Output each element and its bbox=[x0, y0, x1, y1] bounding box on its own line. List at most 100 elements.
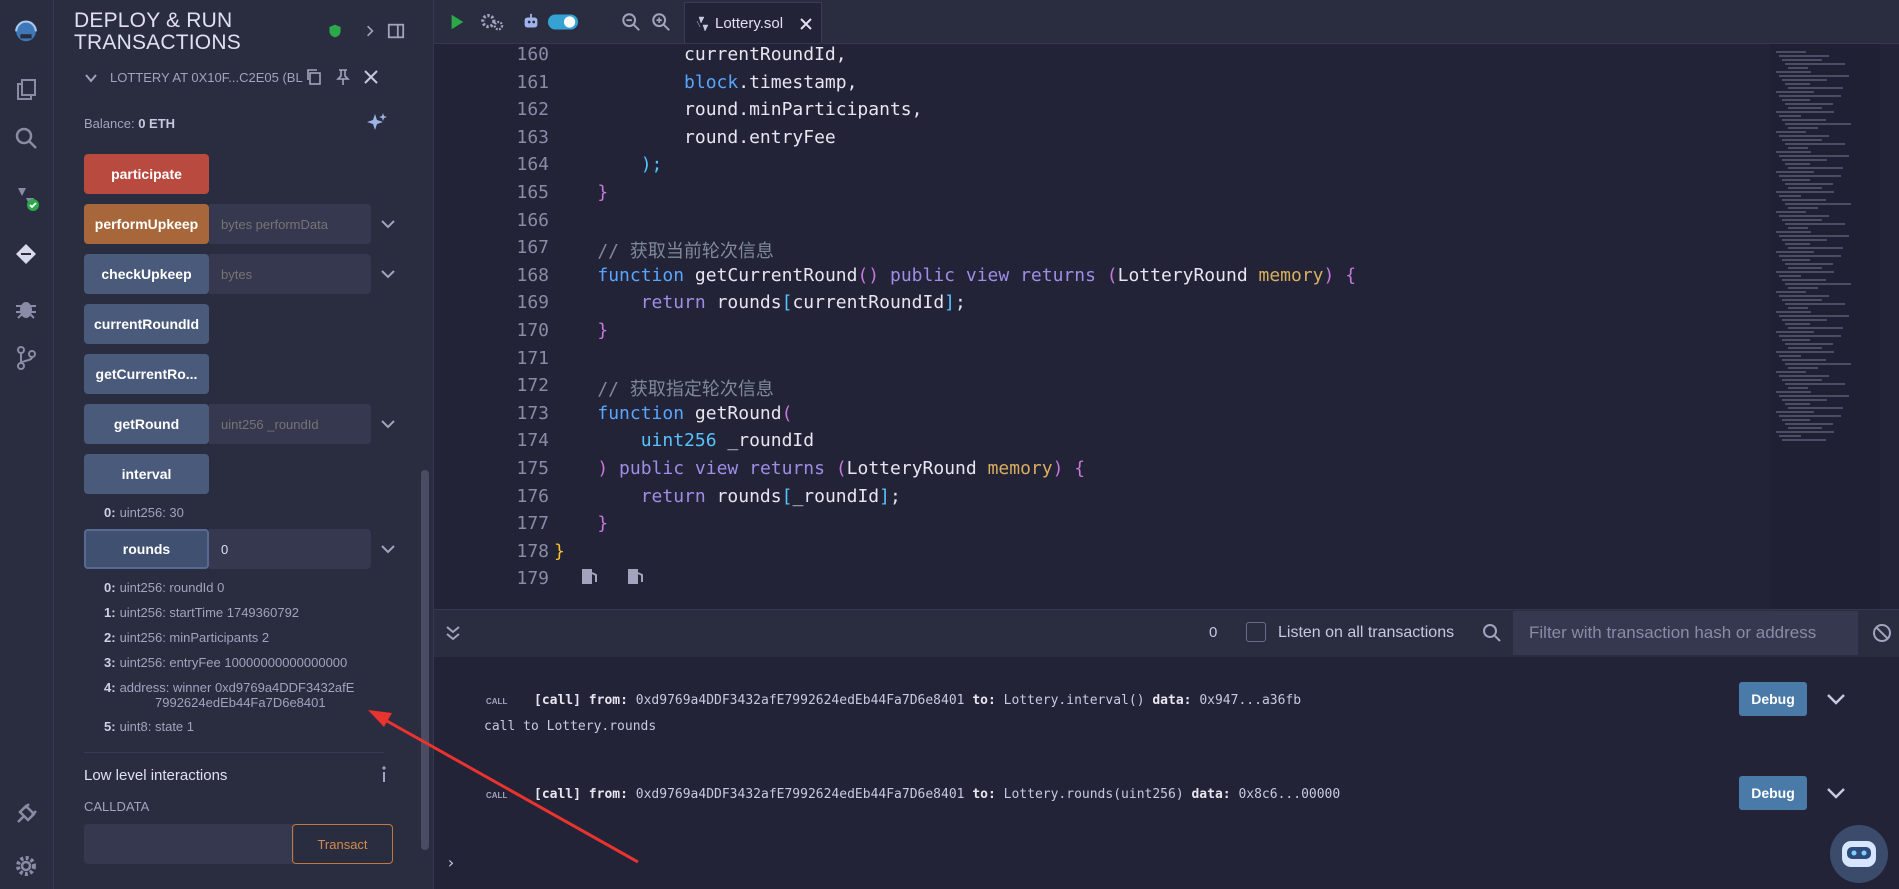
search-icon[interactable] bbox=[1482, 623, 1502, 643]
run-icon[interactable] bbox=[444, 9, 470, 35]
code-line[interactable]: return rounds[currentRoundId]; bbox=[554, 292, 966, 313]
getRound-input[interactable] bbox=[209, 404, 371, 444]
fn-row-participate: participate bbox=[84, 154, 399, 194]
code-line[interactable]: function getCurrentRound() public view r… bbox=[554, 265, 1356, 286]
tx-to: Lottery.rounds(uint256) bbox=[1003, 787, 1184, 802]
search-icon[interactable] bbox=[8, 120, 44, 156]
deploy-run-icon[interactable] bbox=[8, 236, 44, 272]
code-line[interactable]: // 获取指定轮次信息 bbox=[554, 375, 774, 401]
info-icon[interactable] bbox=[379, 765, 389, 783]
terminal-toolbar: 0 Listen on all transactions bbox=[434, 609, 1899, 657]
tx-data: 0x8c6...00000 bbox=[1238, 787, 1341, 802]
checkUpkeep-input[interactable] bbox=[209, 254, 371, 294]
solidity-compiler-icon[interactable] bbox=[8, 180, 44, 216]
tx-log-rounds[interactable]: [call] from: 0xd9769a4DDF3432afE7992624e… bbox=[534, 787, 1340, 802]
tx-log-interval[interactable]: [call] from: 0xd9769a4DDF3432afE7992624e… bbox=[534, 693, 1301, 708]
chevron-down-icon[interactable] bbox=[84, 71, 98, 85]
code-line[interactable]: } bbox=[554, 513, 608, 534]
code-line[interactable]: round.entryFee bbox=[554, 127, 836, 148]
file-explorer-icon[interactable] bbox=[8, 72, 44, 108]
code-token: // 获取指定轮次信息 bbox=[554, 379, 774, 401]
chevron-right-icon[interactable] bbox=[359, 20, 381, 42]
calldata-input[interactable] bbox=[84, 824, 294, 864]
zoom-out-icon[interactable] bbox=[618, 9, 644, 35]
chevron-down-icon[interactable] bbox=[380, 216, 396, 232]
performUpkeep-input[interactable] bbox=[209, 204, 371, 244]
pin-icon[interactable] bbox=[334, 68, 352, 86]
close-icon[interactable] bbox=[363, 69, 379, 85]
clear-terminal-icon[interactable] bbox=[1872, 623, 1892, 643]
panel-scrollbar[interactable] bbox=[421, 470, 429, 850]
rounds-input[interactable] bbox=[209, 529, 371, 569]
performUpkeep-button[interactable]: performUpkeep bbox=[84, 204, 209, 244]
collapse-terminal-icon[interactable] bbox=[444, 624, 462, 642]
code-minimap[interactable] bbox=[1770, 44, 1880, 609]
deployed-contract-header[interactable]: LOTTERY AT 0X10F...C2E05 (BL bbox=[74, 60, 454, 94]
code-line[interactable]: return rounds[_roundId]; bbox=[554, 486, 901, 507]
git-icon[interactable] bbox=[8, 340, 44, 376]
fn-row-currentRoundId: currentRoundId bbox=[84, 304, 399, 344]
code-line[interactable]: currentRoundId, bbox=[554, 44, 847, 65]
debug-button[interactable]: Debug bbox=[1739, 682, 1807, 716]
sparkle-icon[interactable] bbox=[366, 112, 388, 134]
shield-icon[interactable] bbox=[324, 20, 346, 42]
gas-icons bbox=[580, 566, 660, 593]
code-line[interactable]: } bbox=[554, 541, 565, 562]
code-line[interactable]: ) public view returns (LotteryRound memo… bbox=[554, 458, 1085, 479]
debug-button[interactable]: Debug bbox=[1739, 776, 1807, 810]
chevron-down-icon[interactable] bbox=[1825, 688, 1847, 710]
code-line[interactable]: // 获取当前轮次信息 bbox=[554, 237, 774, 263]
currentRoundId-button[interactable]: currentRoundId bbox=[84, 304, 209, 344]
listen-all-checkbox[interactable] bbox=[1246, 622, 1266, 642]
gas-pump-icon[interactable] bbox=[580, 566, 660, 588]
code-line[interactable]: round.minParticipants, bbox=[554, 99, 922, 120]
fn-row-getRound: getRound bbox=[84, 404, 399, 444]
code-token: [ bbox=[781, 292, 793, 314]
ai-robot-icon[interactable] bbox=[518, 9, 544, 35]
checkUpkeep-button[interactable]: checkUpkeep bbox=[84, 254, 209, 294]
chevron-down-icon[interactable] bbox=[380, 266, 396, 282]
chevron-down-icon[interactable] bbox=[380, 541, 396, 557]
close-icon[interactable] bbox=[799, 17, 813, 31]
interval-button[interactable]: interval bbox=[84, 454, 209, 494]
copy-icon[interactable] bbox=[305, 68, 323, 86]
chevron-down-icon[interactable] bbox=[1825, 782, 1847, 804]
rounds-button[interactable]: rounds bbox=[84, 529, 209, 569]
code-line[interactable]: ); bbox=[554, 154, 663, 175]
minimap-preview bbox=[1776, 51, 1851, 441]
line-number: 162 bbox=[516, 99, 549, 121]
code-token: ) bbox=[1323, 264, 1335, 286]
settings-icon[interactable] bbox=[8, 848, 44, 884]
rounds-output-2: 2: uint256: minParticipants 2 bbox=[104, 630, 269, 645]
plugin-manager-icon[interactable] bbox=[8, 796, 44, 832]
ai-assistant-icon[interactable] bbox=[1830, 825, 1888, 883]
code-line[interactable]: block.timestamp, bbox=[554, 72, 857, 93]
code-line[interactable]: function getRound( bbox=[554, 403, 792, 424]
code-editor[interactable]: 160 currentRoundId, 161 block.timestamp, 1… bbox=[434, 44, 1764, 609]
terminal-prompt[interactable]: › bbox=[446, 853, 456, 872]
code-token: ) bbox=[597, 458, 609, 479]
code-line[interactable]: uint256 _roundId bbox=[554, 430, 814, 451]
ai-toggle-switch[interactable] bbox=[546, 9, 580, 35]
code-line[interactable]: } bbox=[554, 320, 608, 341]
getRound-button[interactable]: getRound bbox=[84, 404, 209, 444]
code-line[interactable]: } bbox=[554, 182, 608, 203]
line-number: 168 bbox=[516, 264, 549, 286]
transact-button[interactable]: Transact bbox=[292, 824, 393, 864]
zoom-in-icon[interactable] bbox=[648, 9, 674, 35]
getCurrentRound-button[interactable]: getCurrentRo... bbox=[84, 354, 209, 394]
participate-button[interactable]: participate bbox=[84, 154, 209, 194]
panel-toggle-icon[interactable] bbox=[385, 20, 407, 42]
code-token: return bbox=[640, 485, 706, 507]
chevron-down-icon[interactable] bbox=[380, 416, 396, 432]
code-token: currentRoundId, bbox=[554, 44, 847, 65]
debugger-icon[interactable] bbox=[8, 290, 44, 326]
rounds-output-1: 1: uint256: startTime 1749360792 bbox=[104, 605, 299, 620]
terminal[interactable]: CALL [call] from: 0xd9769a4DDF3432afE799… bbox=[434, 657, 1899, 889]
compile-settings-icon[interactable] bbox=[476, 9, 508, 35]
remix-logo-icon[interactable] bbox=[4, 8, 48, 52]
tx-filter-input[interactable] bbox=[1513, 611, 1858, 655]
deploy-run-panel: DEPLOY & RUN TRANSACTIONS LOTTERY AT 0X1… bbox=[54, 0, 434, 889]
file-tab-lottery[interactable]: Lottery.sol bbox=[684, 2, 822, 43]
